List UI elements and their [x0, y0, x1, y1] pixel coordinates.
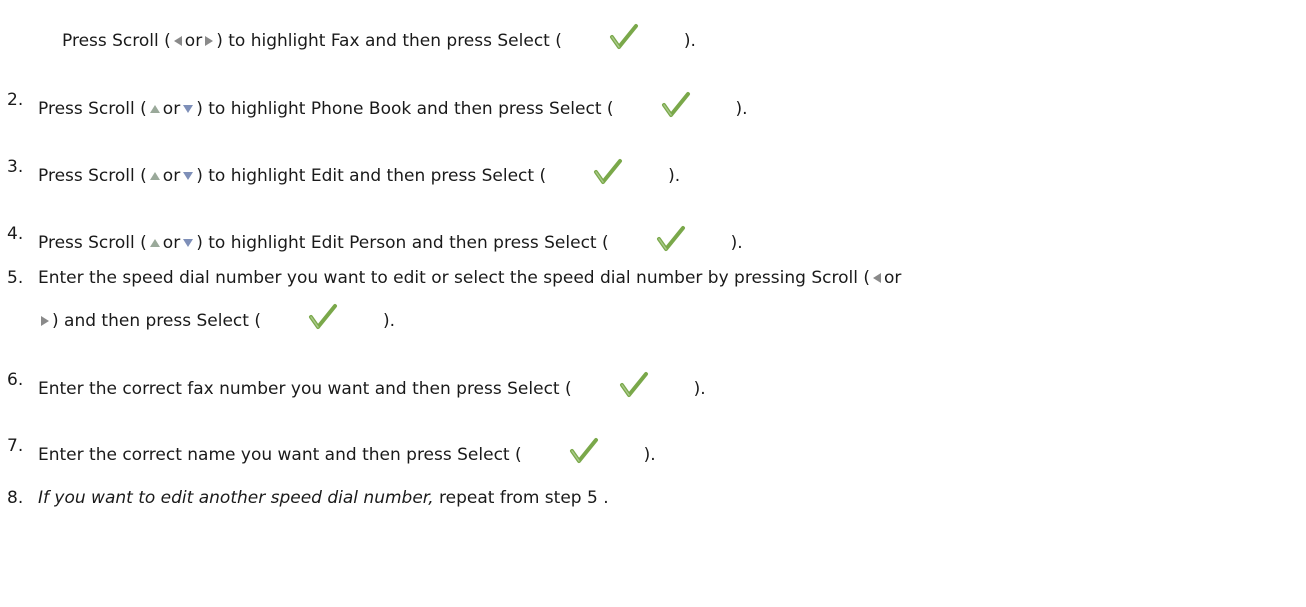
italic-condition: If you want to edit another speed dial n…	[38, 488, 434, 508]
checkmark-icon	[578, 155, 638, 187]
left-arrow-icon	[872, 273, 881, 283]
up-arrow-icon	[149, 172, 160, 180]
right-arrow-icon	[41, 316, 49, 326]
step-number: 6.	[7, 370, 24, 390]
down-arrow-icon	[183, 172, 194, 180]
step-number: 3.	[7, 157, 24, 177]
left-arrow-icon	[173, 36, 182, 46]
step-number: 2.	[7, 90, 24, 110]
checkmark-icon	[641, 222, 701, 254]
up-arrow-icon	[149, 239, 160, 247]
checkmark-icon	[604, 368, 664, 400]
down-arrow-icon	[183, 239, 194, 247]
down-arrow-icon	[183, 105, 194, 113]
checkmark-icon	[646, 88, 706, 120]
step-number: 7.	[7, 436, 24, 456]
step-number: 8.	[7, 488, 24, 508]
checkmark-icon	[293, 300, 353, 332]
step-number: 4.	[7, 224, 24, 244]
up-arrow-icon	[149, 105, 160, 113]
checkmark-icon	[594, 20, 654, 52]
checkmark-icon	[554, 434, 614, 466]
right-arrow-icon	[205, 36, 214, 46]
step-number: 5.	[7, 268, 24, 288]
